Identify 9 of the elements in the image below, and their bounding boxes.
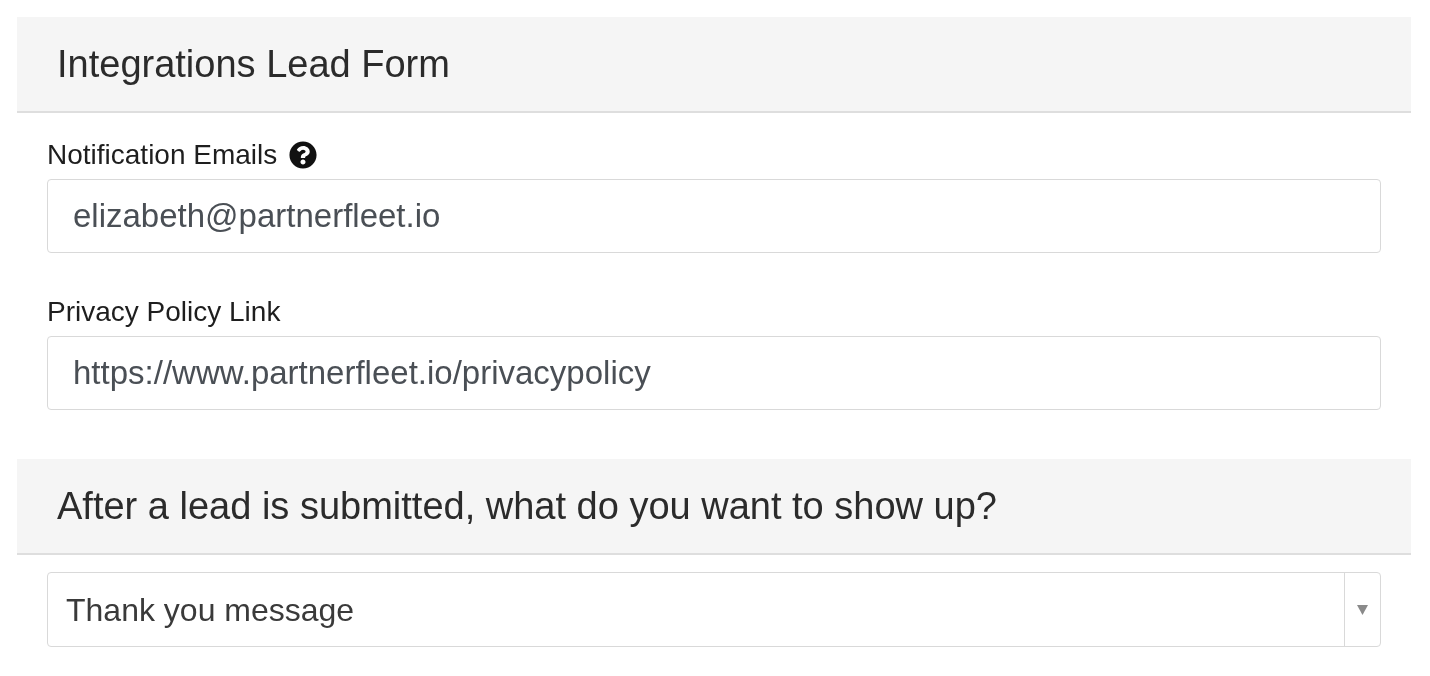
field-label: Notification Emails: [47, 140, 278, 170]
dropdown-select[interactable]: Thank you message: [47, 572, 1381, 647]
field-label: Privacy Policy Link: [47, 297, 281, 327]
help-icon[interactable]: [289, 141, 318, 169]
caret-down-icon: [1357, 604, 1368, 615]
text-field[interactable]: https://www.partnerfleet.io/privacypolicy: [47, 336, 1381, 410]
section-header: After a lead is submitted, what do you want to show up?: [17, 459, 1411, 555]
text-field[interactable]: elizabeth@partnerfleet.io: [47, 179, 1381, 253]
form-header: Integrations Lead Form: [17, 17, 1411, 113]
